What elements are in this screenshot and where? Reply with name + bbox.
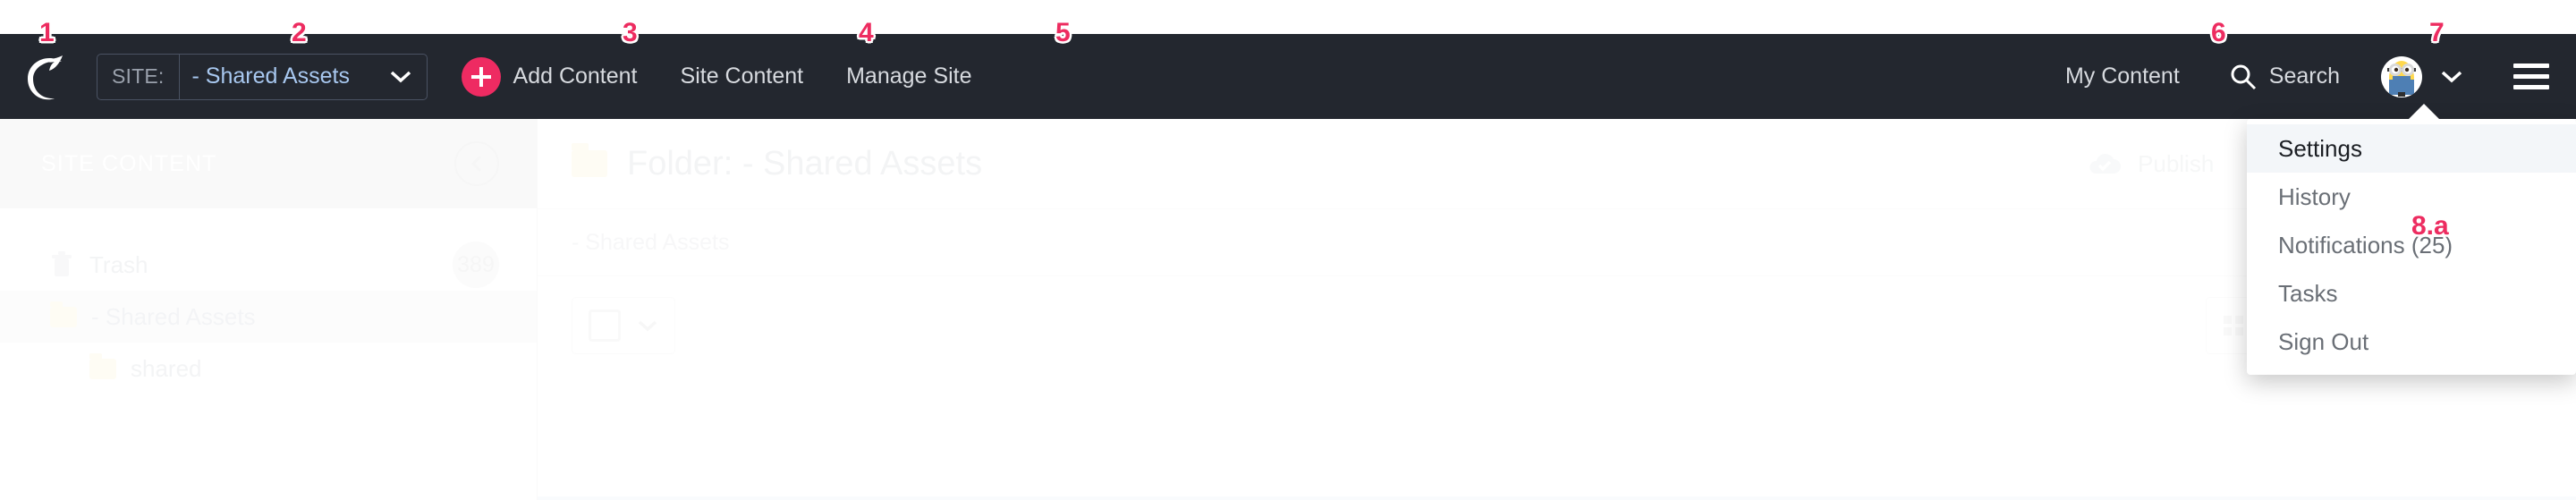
hamburger-menu-button[interactable] [2513, 64, 2549, 89]
menu-item-settings[interactable]: Settings [2247, 124, 2576, 173]
site-selector-value: - Shared Assets [191, 64, 350, 89]
search-label: Search [2268, 64, 2340, 89]
annotation-marker: 2 [292, 18, 307, 47]
avatar[interactable] [2381, 55, 2422, 97]
menu-item-label: Settings [2278, 134, 2362, 162]
page-title-text: Folder: - Shared Assets [627, 144, 983, 182]
chevron-down-icon[interactable] [389, 55, 427, 99]
sidebar-item-label: shared [131, 354, 202, 382]
sidebar-title: SITE CONTENT [41, 150, 217, 176]
hamburger-bar [2513, 64, 2549, 68]
hamburger-bar [2513, 74, 2549, 79]
my-content-nav[interactable]: My Content [2065, 64, 2180, 89]
cascade-cms-logo[interactable] [5, 49, 91, 105]
chevron-down-icon [2441, 71, 2462, 83]
trash-count-badge: 389 [453, 242, 499, 288]
site-content-label: Site Content [680, 64, 804, 89]
search-icon [2230, 64, 2257, 90]
menu-item-sign-out[interactable]: Sign Out [2247, 318, 2576, 366]
sidebar-item-trash[interactable]: Trash 389 [0, 239, 537, 291]
folder-icon [50, 301, 77, 327]
my-content-label: My Content [2064, 64, 2180, 89]
breadcrumb-text: - Shared Assets [572, 229, 730, 255]
bottom-divider [538, 496, 2576, 500]
site-content-sidebar: SITE CONTENT Trash 389 - Shared Assets s… [0, 119, 537, 500]
chevron-left-icon [470, 155, 482, 173]
annotation-marker: 3 [623, 18, 638, 47]
sidebar-item-shared[interactable]: shared [0, 343, 537, 394]
sidebar-item-label: - Shared Assets [91, 302, 256, 330]
site-selector-label: SITE: [97, 54, 180, 99]
top-navigation-bar: SITE: - Shared Assets Add Content Site C… [0, 34, 2576, 119]
folder-icon [89, 352, 116, 379]
hamburger-bar [2513, 85, 2549, 89]
user-dropdown-menu: Settings History Notifications (25) Task… [2247, 104, 2576, 375]
sidebar-item-label: Trash [89, 250, 148, 278]
search-button[interactable]: Search [2230, 64, 2340, 90]
page-title: Folder: - Shared Assets [572, 143, 983, 183]
minion-avatar-icon [2387, 60, 2416, 97]
publish-button[interactable]: Publish [2088, 150, 2214, 178]
manage-site-label: Manage Site [846, 64, 972, 89]
annotation-marker: 7 [2429, 18, 2445, 47]
annotation-marker: 8.a [2411, 211, 2449, 241]
menu-item-tasks[interactable]: Tasks [2247, 269, 2576, 318]
annotation-marker: 1 [39, 18, 55, 47]
chevron-down-icon[interactable] [637, 319, 658, 332]
menu-item-label: Tasks [2278, 279, 2338, 307]
add-content-label: Add Content [513, 64, 638, 89]
page-body: SITE CONTENT Trash 389 - Shared Assets s… [0, 119, 2576, 500]
annotation-marker: 6 [2211, 18, 2226, 47]
site-selector[interactable]: SITE: - Shared Assets [97, 53, 428, 100]
menu-item-label: Sign Out [2278, 327, 2369, 355]
select-all-checkbox[interactable] [589, 309, 621, 342]
site-content-nav[interactable]: Site Content [681, 34, 804, 119]
add-content-button[interactable]: Add Content [428, 34, 638, 119]
publish-label: Publish [2138, 149, 2215, 177]
sidebar-collapse-button[interactable] [454, 141, 499, 186]
plus-icon [461, 56, 501, 97]
user-menu-toggle[interactable] [2440, 70, 2463, 83]
trash-icon [50, 251, 73, 278]
sidebar-item-shared-assets[interactable]: - Shared Assets [0, 291, 537, 343]
cloud-check-icon [2088, 152, 2122, 175]
folder-icon [572, 143, 607, 177]
menu-item-label: History [2278, 182, 2351, 210]
sidebar-header: SITE CONTENT [0, 119, 537, 208]
select-all-control[interactable] [572, 297, 675, 354]
annotation-marker: 4 [859, 18, 874, 47]
annotation-marker: 5 [1055, 18, 1071, 47]
app-root: SITE CONTENT Trash 389 - Shared Assets s… [0, 0, 2576, 500]
